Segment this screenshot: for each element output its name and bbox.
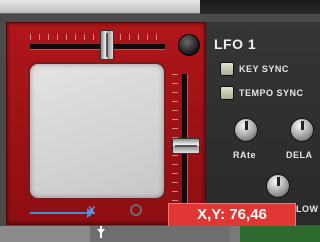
tempo-sync-toggle[interactable]: TEMPO SYNC [220,86,304,100]
delay-knob[interactable] [290,118,314,142]
lamp-icon [178,34,200,56]
xy-readout: X,Y: 76,46 [168,203,296,227]
top-rail [0,0,320,14]
x-slider-track[interactable] [30,44,165,50]
tempo-sync-checkbox[interactable] [220,86,234,100]
y-slider-handle[interactable] [172,138,200,154]
key-sync-toggle[interactable]: KEY SYNC [220,62,289,76]
rate-label: RAte [233,150,257,160]
xy-pad[interactable] [28,62,166,216]
key-sync-label: KEY SYNC [239,64,289,74]
rate-knob[interactable] [234,118,258,142]
x-axis-label: X [88,205,96,217]
delay-label: DELA [286,150,313,160]
x-slider-handle[interactable] [100,30,114,60]
x-axis-arrow-icon [30,208,94,218]
pin-icon [97,226,105,238]
slow-knob[interactable] [266,174,290,198]
slow-label: LOW [296,204,319,214]
bottom-rail [0,226,320,242]
x-slider-scale [30,34,165,40]
circle-marker-icon[interactable] [130,204,142,216]
tempo-sync-label: TEMPO SYNC [239,88,304,98]
device-rack: X LFO 1 KEY SYNC TEMPO SYNC RAte DELA LO… [0,0,320,242]
lfo-title: LFO 1 [214,36,257,52]
key-sync-checkbox[interactable] [220,62,234,76]
